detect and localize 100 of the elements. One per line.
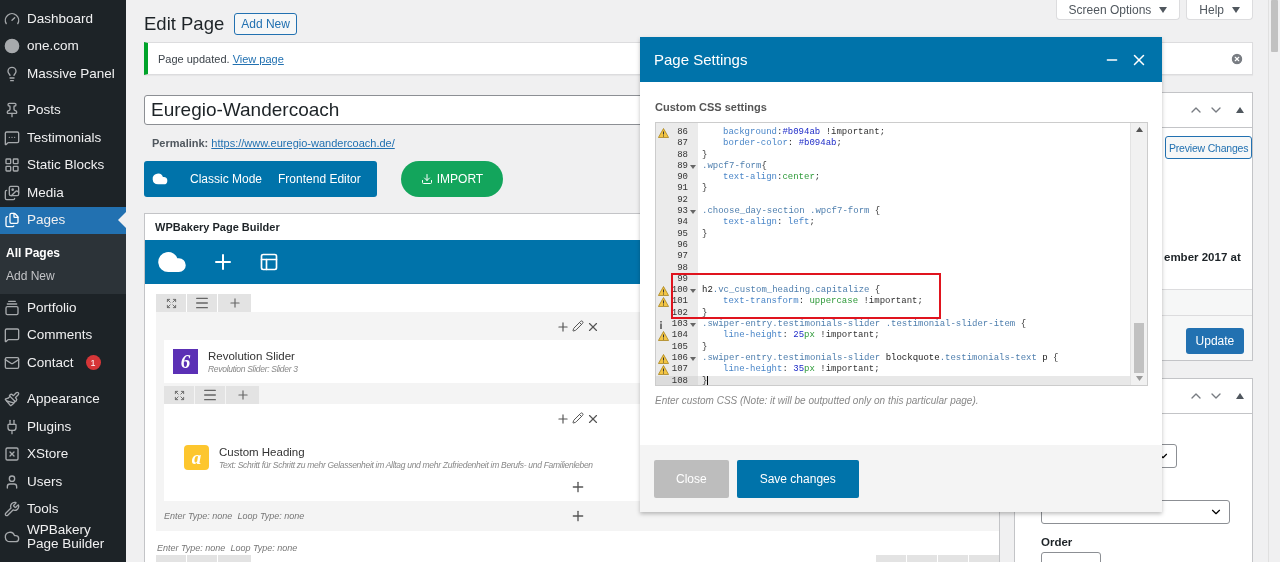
pencil-icon[interactable] bbox=[571, 320, 584, 332]
sidebar-item[interactable]: Massive Panel bbox=[0, 60, 126, 88]
code-line: .choose_day-section .wpcf7-form { bbox=[701, 206, 881, 217]
hint-text: Enter custom CSS (Note: it will be outputted only on this particular page). bbox=[655, 395, 980, 406]
element-subtitle: Text: Schritt für Schritt zu mehr Gelassenheit im Alltag und mehr Zufriedenheit im Berufs- und Familienleben bbox=[219, 459, 593, 470]
line-number: 99 bbox=[676, 273, 688, 286]
code-line: text-align: left; bbox=[722, 217, 815, 229]
scroll-up-icon[interactable] bbox=[1135, 127, 1143, 132]
add-new-button[interactable]: Add New bbox=[234, 13, 297, 35]
line-number: 97 bbox=[676, 251, 688, 263]
line-number: 88 bbox=[676, 149, 688, 161]
drag-handle[interactable] bbox=[187, 294, 217, 312]
scroll-thumb[interactable] bbox=[1134, 323, 1144, 373]
sidebar-item[interactable]: Contact 1 bbox=[0, 349, 126, 377]
sidebar-item[interactable]: Appearance bbox=[0, 385, 126, 413]
scrollbar[interactable] bbox=[1268, 0, 1280, 562]
images-icon bbox=[4, 184, 20, 201]
warning-icon bbox=[658, 297, 669, 308]
mode-button[interactable]: Frontend Editor bbox=[270, 161, 369, 197]
scrollbar[interactable] bbox=[1130, 123, 1147, 385]
pencil-icon[interactable] bbox=[571, 412, 584, 424]
submenu-item[interactable]: Add New bbox=[0, 264, 126, 287]
code-line: } bbox=[701, 375, 708, 385]
sidebar-item[interactable]: Users bbox=[0, 468, 126, 496]
code-line: .wpcf7-form{ bbox=[701, 160, 767, 172]
date-text: ember 2017 at bbox=[1163, 251, 1242, 265]
sidebar-item[interactable]: Pages bbox=[0, 206, 126, 234]
user-icon bbox=[4, 473, 20, 490]
code-line: background:#b094ab !important; bbox=[722, 127, 886, 138]
paintbrush-icon bbox=[4, 391, 20, 408]
fold-icon[interactable] bbox=[690, 209, 696, 214]
scroll-down-icon[interactable] bbox=[1135, 376, 1143, 381]
view-page-link[interactable]: View page bbox=[232, 52, 284, 65]
submenu-item[interactable]: All Pages bbox=[0, 241, 126, 264]
line-number: 106 bbox=[670, 352, 688, 365]
sidebar-item[interactable]: Plugins bbox=[0, 413, 126, 441]
sidebar-item[interactable]: Media bbox=[0, 179, 126, 207]
screen-tab[interactable]: Help bbox=[1186, 0, 1253, 20]
warning-icon bbox=[658, 353, 669, 364]
sidebar-item[interactable]: Posts bbox=[0, 96, 126, 124]
cloud-icon bbox=[152, 171, 168, 187]
code-line: h2.vc_custom_heading.capitalize { bbox=[701, 285, 881, 296]
add-column-button[interactable] bbox=[218, 294, 251, 312]
line-number: 102 bbox=[670, 307, 688, 320]
code-editor[interactable] bbox=[655, 122, 1148, 386]
wrench-icon bbox=[4, 501, 20, 518]
dialog-title: Page Settings bbox=[654, 51, 748, 68]
text-cursor bbox=[707, 375, 709, 385]
code-line: line-height: 25px !important; bbox=[722, 330, 880, 342]
toggle-icon[interactable] bbox=[1236, 393, 1245, 399]
panel-title: WPBakery Page Builder bbox=[155, 221, 280, 233]
sidebar-item[interactable]: WPBakery Page Builder bbox=[0, 523, 126, 551]
sidebar-item[interactable]: Comments bbox=[0, 321, 126, 349]
sidebar-item[interactable]: Portfolio bbox=[0, 294, 126, 322]
sidebar-item[interactable]: XStore bbox=[0, 440, 126, 468]
toggle-icon[interactable] bbox=[1236, 107, 1245, 113]
preview-button[interactable]: Preview Changes bbox=[1165, 136, 1253, 159]
pin-icon bbox=[4, 102, 20, 119]
envelope-icon bbox=[4, 354, 20, 371]
code-line: border-color: #b094ab; bbox=[722, 138, 842, 150]
line-number: 105 bbox=[670, 341, 688, 353]
fold-icon[interactable] bbox=[690, 288, 696, 293]
fold-icon[interactable] bbox=[690, 164, 696, 169]
download-icon bbox=[420, 173, 433, 185]
element-title: Revolution Slider bbox=[208, 349, 296, 362]
mode-button[interactable]: Classic Mode bbox=[182, 161, 271, 197]
element-badge: 6 bbox=[173, 349, 198, 374]
screen-tab[interactable]: Screen Options bbox=[1055, 0, 1181, 20]
line-number: 91 bbox=[676, 183, 688, 195]
code-line: } bbox=[701, 149, 708, 161]
layout-icon[interactable] bbox=[259, 252, 279, 272]
page-title: Edit Page bbox=[144, 13, 225, 35]
warning-icon bbox=[658, 127, 669, 138]
line-number: 104 bbox=[670, 330, 688, 342]
save-button[interactable]: Save changes bbox=[736, 459, 859, 498]
dismiss-icon[interactable] bbox=[1230, 51, 1244, 66]
drag-handle[interactable] bbox=[195, 386, 225, 404]
sidebar-item[interactable]: Tools bbox=[0, 495, 126, 523]
expand-button[interactable] bbox=[164, 386, 194, 404]
order-label: Order bbox=[1041, 536, 1074, 548]
update-button[interactable]: Update bbox=[1185, 328, 1245, 354]
sidebar-item[interactable]: one.com bbox=[0, 32, 126, 60]
section-label: Custom CSS settings bbox=[655, 101, 768, 113]
expand-icon bbox=[173, 389, 185, 401]
code-line: } bbox=[701, 307, 708, 319]
fold-icon[interactable] bbox=[690, 322, 696, 327]
lines-icon bbox=[194, 295, 210, 311]
sidebar-item[interactable]: Dashboard bbox=[0, 5, 126, 33]
grid-icon bbox=[4, 157, 20, 174]
permalink-link[interactable]: https://www.euregio-wandercoach.de/ bbox=[211, 137, 395, 149]
code-line: } bbox=[701, 341, 708, 353]
expand-button[interactable] bbox=[156, 294, 186, 312]
line-number: 92 bbox=[676, 194, 688, 207]
sidebar-item[interactable]: Testimonials bbox=[0, 124, 126, 152]
circle-icon bbox=[4, 38, 20, 55]
pages-icon bbox=[4, 212, 20, 229]
add-column-button[interactable] bbox=[226, 386, 259, 404]
sidebar-item[interactable]: Static Blocks bbox=[0, 151, 126, 179]
fold-icon[interactable] bbox=[690, 356, 696, 361]
element-title: Custom Heading bbox=[219, 445, 306, 458]
